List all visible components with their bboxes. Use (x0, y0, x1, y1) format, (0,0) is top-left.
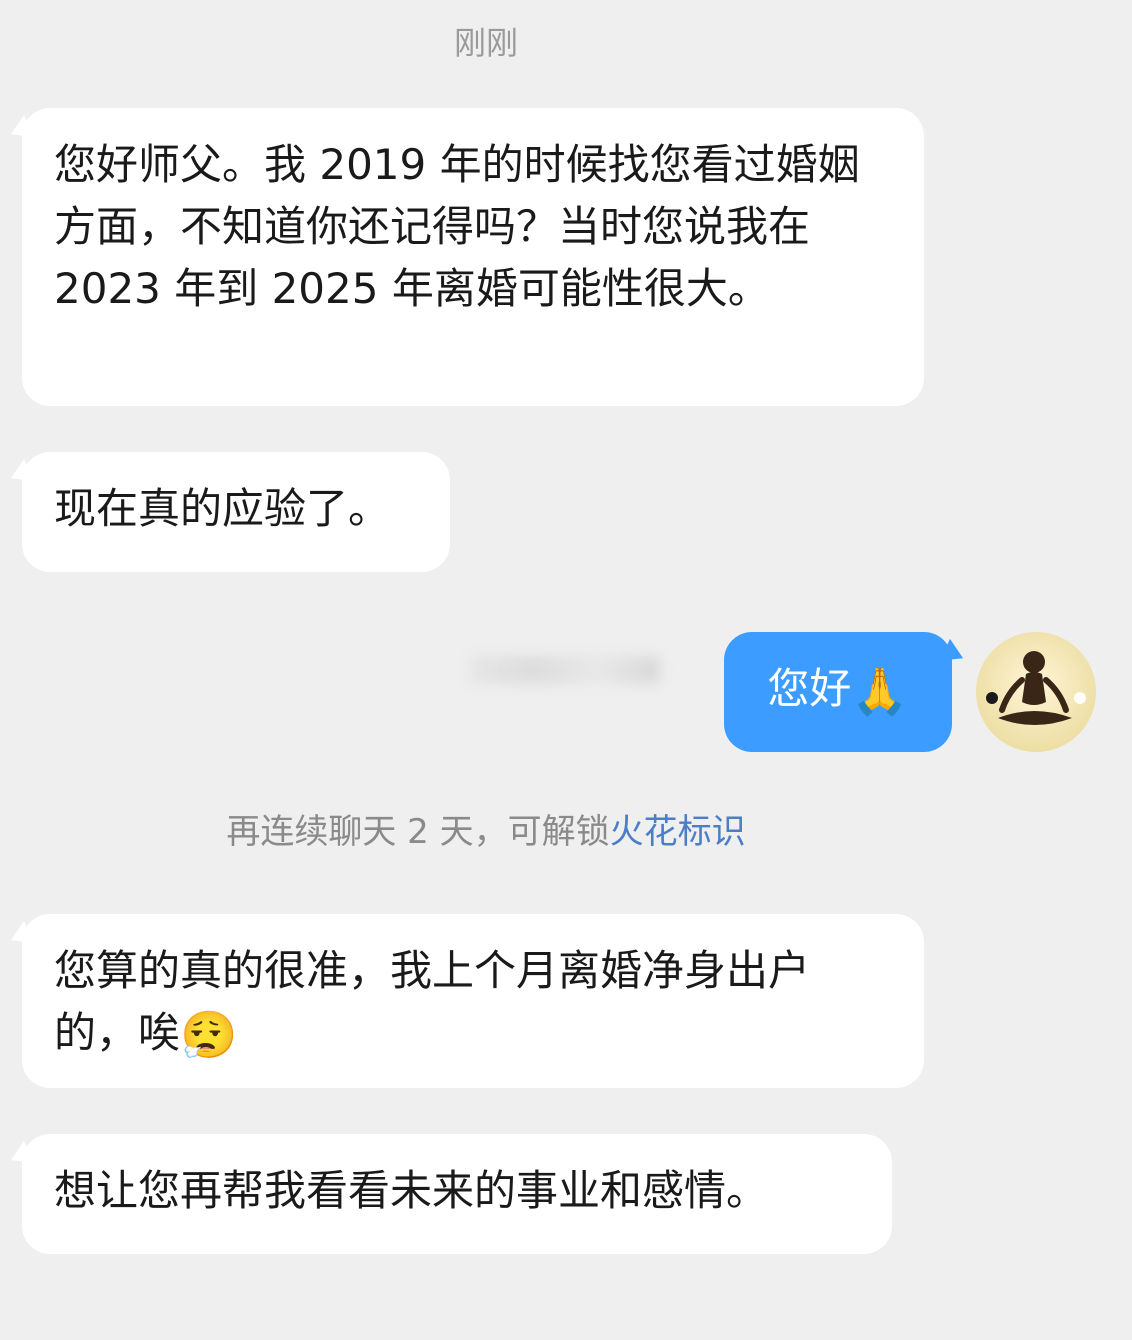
message-bubble-3[interactable]: 您好🙏 (724, 632, 952, 752)
message-bubble-2[interactable]: 现在真的应验了。 (22, 452, 450, 572)
redacted-sender-name (470, 656, 660, 684)
pray-icon: 🙏 (851, 664, 909, 718)
message-text: 您好 (767, 664, 852, 713)
spark-badge-link[interactable]: 火花标识 (610, 812, 746, 852)
message-text: 您好师父。我 2019 年的时候找您看过婚姻方面，不知道你还记得吗？当时您说我在… (54, 140, 860, 313)
avatar[interactable] (976, 632, 1096, 752)
message-text: 您算的真的很准，我上个月离婚净身出户的，唉 (54, 946, 811, 1057)
message-text: 想让您再帮我看看未来的事业和感情。 (54, 1166, 769, 1215)
chat-timestamp: 刚刚 (453, 24, 518, 62)
message-bubble-5[interactable]: 想让您再帮我看看未来的事业和感情。 (22, 1134, 892, 1254)
message-bubble-1[interactable]: 您好师父。我 2019 年的时候找您看过婚姻方面，不知道你还记得吗？当时您说我在… (22, 108, 924, 406)
streak-unlock-note: 再连续聊天 2 天，可解锁火花标识 (0, 804, 972, 853)
system-note-text: 再连续聊天 2 天，可解锁 (226, 812, 610, 852)
meditating-figure-avatar-icon (986, 651, 1086, 725)
message-bubble-4[interactable]: 您算的真的很准，我上个月离婚净身出户的，唉😮‍💨 (22, 914, 924, 1088)
message-text: 现在真的应验了。 (54, 484, 391, 533)
exhale-face-icon: 😮‍💨 (180, 1008, 238, 1062)
